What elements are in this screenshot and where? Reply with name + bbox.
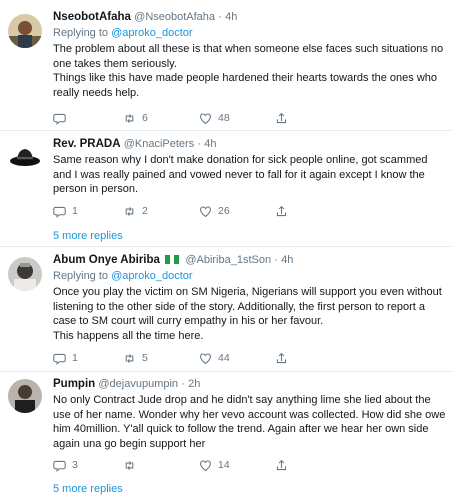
tweet-text-line: This happens all the time here. bbox=[53, 329, 204, 342]
avatar[interactable] bbox=[8, 141, 42, 175]
avatar[interactable] bbox=[8, 257, 42, 291]
like-icon bbox=[200, 460, 211, 471]
tweet-text: The problem about all these is that when… bbox=[53, 42, 446, 100]
share-icon bbox=[276, 352, 287, 363]
retweet-icon bbox=[125, 353, 134, 363]
separator: · bbox=[218, 11, 222, 23]
reply-button[interactable]: 1 bbox=[53, 350, 78, 366]
display-name[interactable]: Pumpin bbox=[53, 378, 95, 390]
share-icon bbox=[276, 112, 287, 123]
like-icon bbox=[200, 353, 211, 364]
replying-to: Replying to @aproko_doctor bbox=[53, 269, 446, 284]
retweet-icon bbox=[125, 113, 134, 123]
tweet-text-line: Once you play the victim on SM Nigeria, … bbox=[53, 286, 442, 327]
retweet-icon bbox=[125, 460, 134, 470]
reply-icon bbox=[53, 206, 66, 218]
more-replies-link[interactable]: 5 more replies bbox=[53, 229, 123, 243]
tweet-actions: 1 5 44 bbox=[53, 350, 353, 366]
tweet-header: NseobotAfaha @NseobotAfaha · 4h bbox=[53, 10, 446, 25]
share-button[interactable] bbox=[275, 110, 288, 126]
tweet-actions: 3 14 bbox=[53, 457, 353, 473]
retweet-count: 6 bbox=[142, 112, 148, 124]
display-name[interactable]: Abum Onye Abiriba bbox=[53, 254, 160, 266]
like-button[interactable]: 26 bbox=[199, 203, 230, 219]
mention-link[interactable]: @aproko_doctor bbox=[111, 27, 193, 39]
reply-icon bbox=[53, 460, 66, 472]
retweet-button[interactable]: 2 bbox=[123, 203, 148, 219]
nigeria-flag-icon bbox=[165, 255, 180, 264]
reply-button[interactable]: 1 bbox=[53, 203, 78, 219]
tweet-actions: 6 48 bbox=[53, 110, 353, 126]
tweet-text: Once you play the victim on SM Nigeria, … bbox=[53, 285, 446, 343]
like-count: 48 bbox=[218, 112, 230, 124]
divider bbox=[0, 371, 452, 372]
reply-count: 1 bbox=[72, 352, 78, 364]
share-icon bbox=[276, 205, 287, 216]
divider bbox=[0, 246, 452, 247]
reply-count: 1 bbox=[72, 205, 78, 217]
tweet-text: Same reason why I don't make donation fo… bbox=[53, 153, 446, 197]
divider bbox=[0, 130, 452, 131]
timestamp[interactable]: 2h bbox=[188, 378, 200, 390]
reply-icon bbox=[53, 353, 66, 365]
reply-button[interactable] bbox=[53, 110, 72, 126]
reply-button[interactable]: 3 bbox=[53, 457, 78, 473]
retweet-button[interactable]: 5 bbox=[123, 350, 148, 366]
display-name[interactable]: Rev. PRADA bbox=[53, 138, 121, 150]
retweet-button[interactable] bbox=[123, 457, 142, 473]
more-replies-link[interactable]: 5 more replies bbox=[53, 482, 123, 496]
like-button[interactable]: 48 bbox=[199, 110, 230, 126]
tweet-text-line: Things like this have made people harden… bbox=[53, 72, 438, 99]
mention-link[interactable]: @aproko_doctor bbox=[111, 270, 193, 282]
separator: · bbox=[197, 138, 202, 150]
separator: · bbox=[181, 378, 185, 390]
separator: · bbox=[274, 254, 278, 266]
like-icon bbox=[200, 113, 211, 124]
replying-prefix: Replying to bbox=[53, 27, 112, 39]
like-icon bbox=[200, 206, 211, 217]
replying-prefix: Replying to bbox=[53, 270, 112, 282]
timestamp[interactable]: 4h bbox=[281, 254, 293, 266]
retweet-icon bbox=[125, 206, 134, 216]
share-button[interactable] bbox=[275, 457, 288, 473]
tweet-text-line: The problem about all these is that when… bbox=[53, 43, 444, 70]
avatar[interactable] bbox=[8, 14, 42, 48]
user-handle[interactable]: @dejavupumpin bbox=[98, 378, 178, 390]
tweet-header: Abum Onye Abiriba @Abiriba_1stSon · 4h bbox=[53, 253, 446, 268]
like-button[interactable]: 44 bbox=[199, 350, 230, 366]
share-button[interactable] bbox=[275, 350, 288, 366]
tweet-text: No only Contract Jude drop and he didn't… bbox=[53, 393, 446, 451]
reply-icon bbox=[53, 113, 66, 125]
share-icon bbox=[276, 459, 287, 470]
retweet-count: 5 bbox=[142, 352, 148, 364]
replying-to: Replying to @aproko_doctor bbox=[53, 26, 446, 41]
timestamp[interactable]: 4h bbox=[204, 138, 216, 150]
tweet-header: Rev. PRADA @KnaciPeters · 4h bbox=[53, 137, 446, 152]
user-handle[interactable]: @NseobotAfaha bbox=[134, 11, 215, 23]
retweet-count: 2 bbox=[142, 205, 148, 217]
tweet-text-line: No only Contract Jude drop and he didn't… bbox=[53, 394, 446, 450]
user-handle[interactable]: @KnaciPeters bbox=[124, 138, 194, 150]
like-button[interactable]: 14 bbox=[199, 457, 230, 473]
tweet-text-line: Same reason why I don't make donation fo… bbox=[53, 154, 428, 195]
reply-count: 3 bbox=[72, 459, 78, 471]
tweet-actions: 1 2 26 bbox=[53, 203, 353, 219]
retweet-button[interactable]: 6 bbox=[123, 110, 148, 126]
tweet-header: Pumpin @dejavupumpin · 2h bbox=[53, 377, 446, 392]
display-name[interactable]: NseobotAfaha bbox=[53, 11, 131, 23]
avatar[interactable] bbox=[8, 379, 42, 413]
like-count: 14 bbox=[218, 459, 230, 471]
like-count: 26 bbox=[218, 205, 230, 217]
share-button[interactable] bbox=[275, 203, 288, 219]
timestamp[interactable]: 4h bbox=[225, 11, 237, 23]
user-handle[interactable]: @Abiriba_1stSon bbox=[185, 254, 271, 266]
like-count: 44 bbox=[218, 352, 230, 364]
